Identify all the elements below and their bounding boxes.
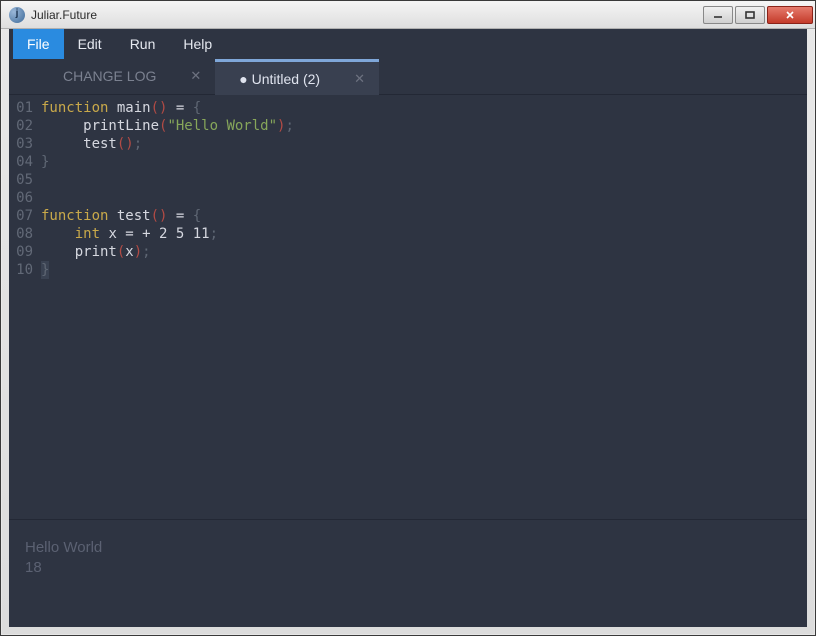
tab-0[interactable]: CHANGE LOG ✕ (39, 58, 215, 94)
output-line: 18 (25, 558, 791, 578)
line-number: 05 (9, 171, 33, 189)
code-line[interactable]: int x = + 2 5 11; (41, 225, 807, 243)
line-number: 02 (9, 117, 33, 135)
tab-label: CHANGE LOG (63, 68, 156, 84)
code-line[interactable]: printLine("Hello World"); (41, 117, 807, 135)
line-number: 01 (9, 99, 33, 117)
menu-edit[interactable]: Edit (64, 29, 116, 59)
maximize-icon (744, 10, 756, 20)
output-line: Hello World (25, 538, 791, 558)
code-line[interactable]: } (41, 261, 807, 279)
editor[interactable]: 01020304050607080910 function main() = {… (9, 95, 807, 519)
titlebar[interactable]: Juliar.Future (1, 1, 815, 29)
code-line[interactable]: print(x); (41, 243, 807, 261)
window-title: Juliar.Future (31, 8, 703, 22)
output-panel: Hello World18 (9, 519, 807, 627)
line-number: 04 (9, 153, 33, 171)
window-controls (703, 6, 813, 24)
menu-file[interactable]: File (13, 29, 64, 59)
line-number: 10 (9, 261, 33, 279)
tab-label: ● Untitled (2) (239, 71, 320, 87)
tab-close-icon[interactable]: ✕ (186, 68, 205, 84)
line-gutter: 01020304050607080910 (9, 99, 41, 279)
line-number: 07 (9, 207, 33, 225)
code-line[interactable]: test(); (41, 135, 807, 153)
close-button[interactable] (767, 6, 813, 24)
menu-run[interactable]: Run (116, 29, 170, 59)
line-number: 08 (9, 225, 33, 243)
close-icon (784, 10, 796, 20)
tabbar: CHANGE LOG ✕ ● Untitled (2) ✕ (9, 59, 807, 95)
tab-1[interactable]: ● Untitled (2) ✕ (215, 59, 379, 95)
code-line[interactable] (41, 171, 807, 189)
tab-close-icon[interactable]: ✕ (350, 71, 369, 87)
menu-help[interactable]: Help (169, 29, 226, 59)
app-body: FileEditRunHelp CHANGE LOG✕● Untitled (2… (9, 29, 807, 627)
window-frame: Juliar.Future FileEditRunHelp CHANGE LOG… (0, 0, 816, 636)
app-icon (9, 7, 25, 23)
minimize-icon (712, 10, 724, 20)
code-area[interactable]: function main() = { printLine("Hello Wor… (41, 99, 807, 279)
line-number: 09 (9, 243, 33, 261)
line-number: 03 (9, 135, 33, 153)
code-line[interactable]: } (41, 153, 807, 171)
line-number: 06 (9, 189, 33, 207)
menubar: FileEditRunHelp (9, 29, 807, 59)
minimize-button[interactable] (703, 6, 733, 24)
code-line[interactable]: function main() = { (41, 99, 807, 117)
code-line[interactable] (41, 189, 807, 207)
maximize-button[interactable] (735, 6, 765, 24)
code-line[interactable]: function test() = { (41, 207, 807, 225)
